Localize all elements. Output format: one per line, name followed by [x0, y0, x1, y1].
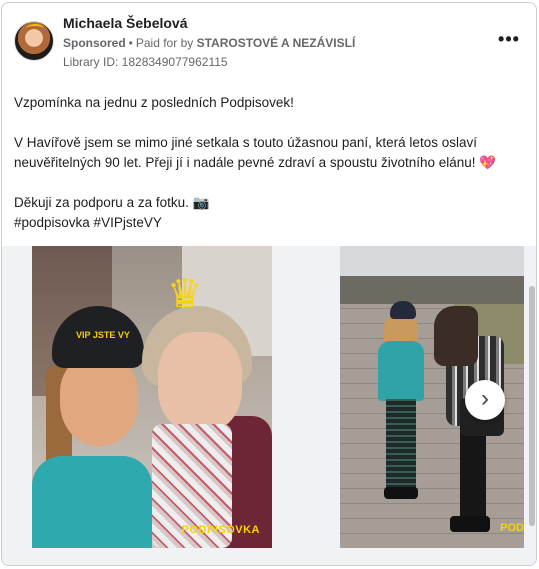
avatar[interactable]	[14, 21, 54, 61]
carousel-next-button[interactable]: ›	[465, 380, 505, 420]
hat-text: VIP JSTE VY	[76, 330, 130, 340]
person-shape	[132, 306, 272, 548]
more-options-button[interactable]: •••	[496, 30, 522, 53]
scrollbar-thumb[interactable]	[529, 286, 535, 526]
post-paragraph: V Havířově jsem se mimo jiné setkala s t…	[14, 135, 497, 170]
person-shape	[378, 301, 424, 501]
hashtags[interactable]: #podpisovka #VIPjsteVY	[14, 213, 524, 233]
sponsorship-info: Sponsored • Paid for by STAROSTOVÉ A NEZÁV…	[63, 36, 355, 50]
author-name[interactable]: Michaela Šebelová	[63, 15, 188, 31]
scrollbar[interactable]	[529, 246, 535, 546]
post-text: Vzpomínka na jednu z posledních Podpisov…	[14, 93, 524, 233]
watermark-text: PODPISOVKA	[181, 524, 260, 536]
payer-name: STAROSTOVÉ A NEZÁVISLÍ	[196, 36, 356, 50]
post-paragraph: Děkuji za podporu a za fotku. 📷	[14, 195, 210, 210]
ad-post-card: Michaela Šebelová Sponsored • Paid for by …	[1, 2, 537, 566]
watermark-text: POD	[500, 522, 524, 534]
separator-dot: •	[128, 36, 133, 50]
person-shape	[432, 306, 506, 536]
carousel-image-1[interactable]: VIP JSTE VY ♛ PODPISOVKA	[32, 246, 272, 548]
post-paragraph: Vzpomínka na jednu z posledních Podpisov…	[14, 95, 294, 110]
heart-emoji-icon: 💖	[479, 155, 497, 170]
camera-emoji-icon: 📷	[192, 195, 210, 210]
sponsored-label: Sponsored	[63, 36, 126, 50]
crown-icon: ♛	[167, 272, 203, 316]
library-id: Library ID: 1828349077962115	[63, 55, 228, 69]
paid-for-prefix: Paid for by	[135, 36, 194, 50]
post-header: Michaela Šebelová Sponsored • Paid for by …	[2, 3, 536, 75]
image-carousel: VIP JSTE VY ♛ PODPISOVKA POD ›	[2, 246, 536, 565]
chevron-right-icon: ›	[481, 385, 489, 412]
